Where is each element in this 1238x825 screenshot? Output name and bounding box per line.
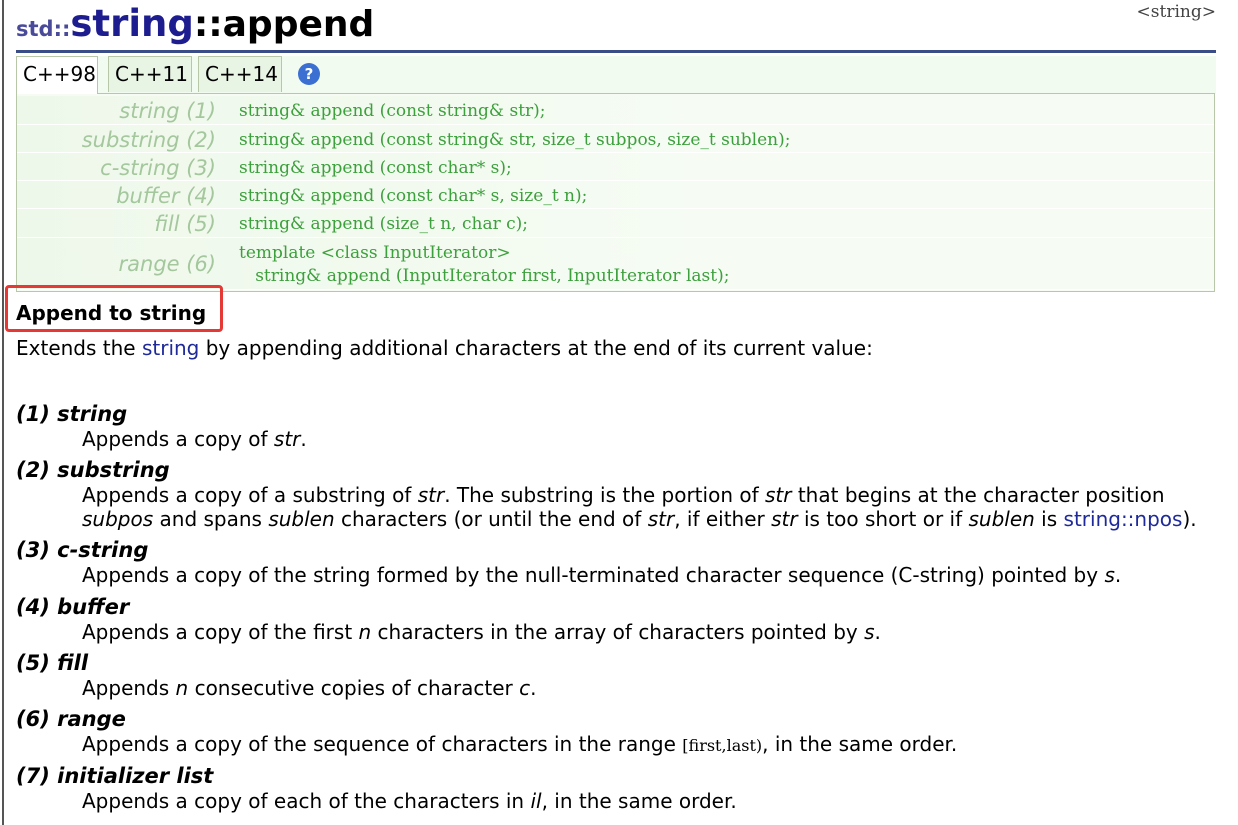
help-icon[interactable]: ? [298, 63, 320, 85]
signature-row: c-string (3) string& append (const char*… [17, 153, 1214, 181]
param-name: s [1104, 563, 1115, 587]
desc-text: . The substring is the portion of [444, 483, 765, 507]
desc-text: is [1034, 507, 1064, 531]
tab-cpp14[interactable]: C++14 [198, 56, 282, 92]
signature-code: template <class InputIterator> string& a… [239, 243, 730, 286]
desc-text: Appends a copy of a substring of [82, 483, 418, 507]
desc-text: characters in the array of characters po… [371, 620, 865, 644]
desc-text: . [300, 427, 307, 451]
item-heading: (5) fill [16, 651, 89, 675]
desc-text: . [1114, 563, 1122, 587]
intro-text: by appending additional characters at th… [199, 336, 873, 360]
desc-text: and spans [153, 507, 269, 531]
signature-label: buffer (4) [116, 184, 216, 208]
desc-text: , in the same order. [762, 732, 958, 756]
title-function: append [222, 4, 375, 45]
desc-text: that begins at the character position [791, 483, 1165, 507]
standard-tabs: C++98 C++11 C++14 ? [16, 56, 1216, 94]
signature-code: string& append (const string& str); [239, 101, 546, 121]
desc-text: consecutive copies of character [188, 676, 520, 700]
left-border [2, 0, 4, 825]
desc-text: Appends a copy of [82, 427, 274, 451]
intro-text: Extends the [16, 336, 142, 360]
item-description: Appends a copy of each of the characters… [82, 789, 737, 813]
signature-label: c-string (3) [100, 156, 216, 180]
signature-label: substring (2) [81, 128, 216, 152]
desc-text: is too short or if [797, 507, 969, 531]
header-divider [16, 50, 1216, 53]
item-heading: (4) buffer [16, 595, 130, 619]
title-separator: :: [193, 4, 223, 45]
signature-code: string& append (const string& str, size_… [239, 130, 791, 150]
param-name: str [765, 483, 792, 507]
param-name: str [273, 427, 301, 451]
item-description: Appends n consecutive copies of characte… [82, 676, 536, 700]
page-title: std::string::append [16, 2, 374, 45]
desc-text: Appends a copy of the string formed by t… [82, 563, 1105, 587]
desc-text: , in the same order. [541, 789, 737, 813]
signature-label: string (1) [119, 99, 216, 123]
desc-text: . [530, 676, 537, 700]
section-title: Append to string [16, 301, 207, 325]
item-heading: (3) c-string [16, 538, 149, 562]
param-name: c [519, 676, 531, 700]
npos-link[interactable]: string::npos [1064, 507, 1183, 531]
desc-text: , if either [674, 507, 772, 531]
signature-label: range (6) [118, 252, 216, 276]
param-name: il [530, 789, 542, 813]
param-name: n [358, 620, 372, 644]
signature-code: string& append (size_t n, char c); [239, 214, 528, 234]
tab-cpp98[interactable]: C++98 [16, 56, 98, 94]
param-name: str [417, 483, 445, 507]
desc-text: ). [1182, 507, 1197, 531]
signature-code: string& append (const char* s, size_t n)… [239, 186, 588, 206]
param-name: subpos [82, 507, 154, 531]
desc-text: characters (or until the end of [334, 507, 648, 531]
signature-row: substring (2) string& append (const stri… [17, 125, 1214, 153]
param-name: str [647, 507, 675, 531]
signature-row: string (1) string& append (const string&… [17, 96, 1214, 125]
header-file-link[interactable]: <string> [1137, 2, 1216, 22]
param-name: n [175, 676, 189, 700]
signature-row: fill (5) string& append (size_t n, char … [17, 209, 1214, 238]
item-description: Appends a copy of a substring of str. Th… [82, 483, 1165, 507]
item-description: Appends a copy of the string formed by t… [82, 563, 1121, 587]
title-class: string [70, 2, 194, 45]
item-heading: (1) string [16, 402, 128, 426]
signature-label: fill (5) [154, 212, 216, 236]
desc-text: Appends a copy of the first [82, 620, 359, 644]
intro-paragraph: Extends the string by appending addition… [16, 336, 873, 360]
item-description: Appends a copy of str. [82, 427, 307, 451]
desc-text: Appends a copy of each of the characters… [82, 789, 531, 813]
desc-text: Appends a copy of the sequence of charac… [82, 732, 683, 756]
param-name: str [771, 507, 798, 531]
param-name: sublen [268, 507, 335, 531]
item-description: subpos and spans sublen characters (or u… [82, 507, 1197, 531]
signature-box: string (1) string& append (const string&… [16, 93, 1215, 292]
title-namespace: std:: [16, 17, 71, 41]
item-heading: (7) initializer list [16, 764, 214, 788]
desc-text: . [874, 620, 881, 644]
item-description: Appends a copy of the sequence of charac… [82, 732, 957, 758]
param-name: sublen [968, 507, 1035, 531]
param-name: s [864, 620, 875, 644]
item-heading: (6) range [16, 707, 126, 731]
signature-row: range (6) template <class InputIterator>… [17, 238, 1214, 290]
tab-cpp11[interactable]: C++11 [108, 56, 192, 92]
signature-row: buffer (4) string& append (const char* s… [17, 181, 1214, 209]
range-code: [first,last) [682, 736, 763, 755]
string-link[interactable]: string [142, 336, 199, 360]
signature-code: string& append (const char* s); [239, 158, 512, 178]
item-description: Appends a copy of the first n characters… [82, 620, 881, 644]
item-heading: (2) substring [16, 458, 170, 482]
page-header: std::string::append <string> [16, 2, 1216, 50]
desc-text: Appends [82, 676, 176, 700]
